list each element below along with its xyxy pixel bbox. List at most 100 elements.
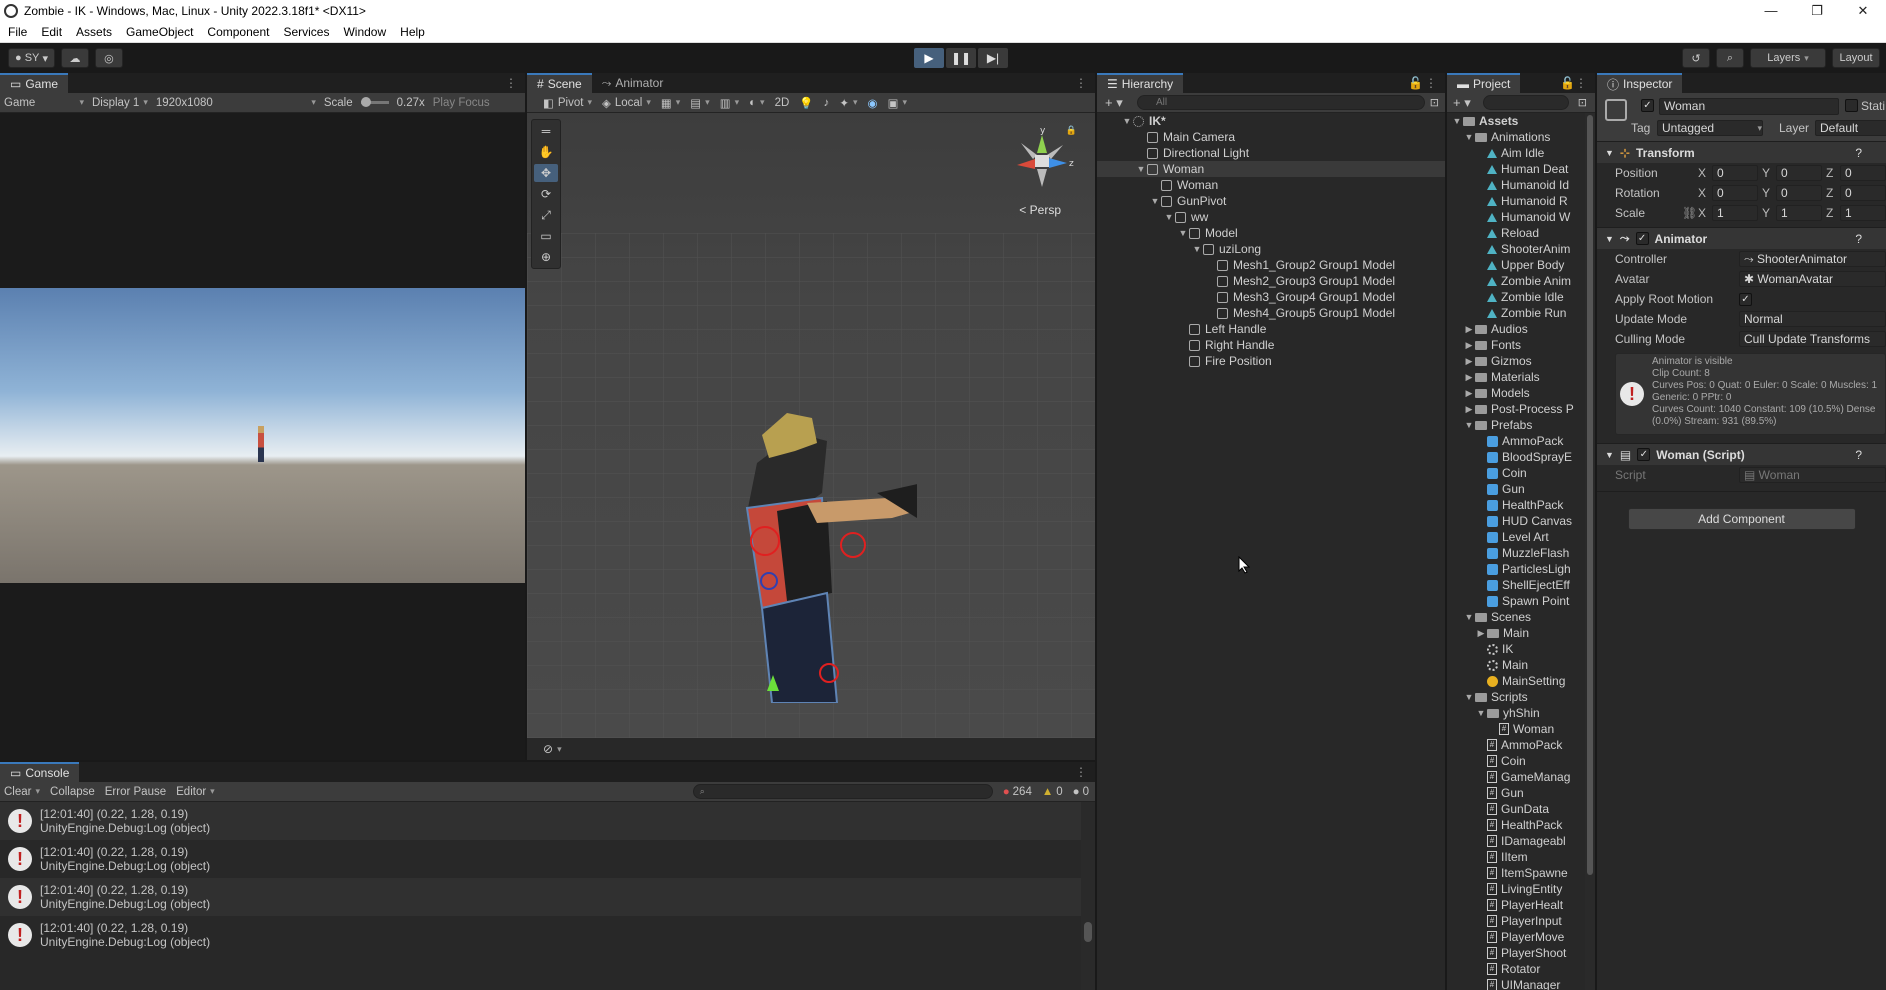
overlay-menu-dropdown[interactable]: ⊘ bbox=[543, 742, 562, 756]
error-count-toggle[interactable]: ● 264 bbox=[1003, 786, 1032, 798]
tool-handle[interactable]: ═ bbox=[534, 122, 558, 140]
hierarchy-item[interactable]: Left Handle bbox=[1097, 321, 1445, 337]
project-item[interactable]: HUD Canvas bbox=[1447, 513, 1585, 529]
tab-console[interactable]: ▭ Console bbox=[0, 762, 80, 782]
project-item[interactable]: Zombie Run bbox=[1447, 305, 1585, 321]
project-item[interactable]: ▼ Prefabs bbox=[1447, 417, 1585, 433]
help-icon[interactable]: ? bbox=[1855, 146, 1862, 160]
tab-animator[interactable]: ⤳ Animator bbox=[592, 73, 674, 93]
project-item[interactable]: ▶ Audios bbox=[1447, 321, 1585, 337]
lock-icon[interactable]: 🔓 bbox=[1560, 76, 1575, 90]
project-item[interactable]: Aim Idle bbox=[1447, 145, 1585, 161]
lighting-toggle-icon[interactable]: 💡 bbox=[799, 96, 813, 110]
project-item[interactable]: HealthPack bbox=[1447, 497, 1585, 513]
culling-mode-dropdown[interactable]: Cull Update Transforms bbox=[1739, 331, 1886, 347]
audio-toggle-icon[interactable]: ♪ bbox=[824, 97, 830, 109]
scene-viewport[interactable]: ═ ✋ ✥ ⟳ ⤢ ▭ ⊕ y z 🔒 < Persp bbox=[527, 113, 1095, 738]
hierarchy-search-input[interactable]: All bbox=[1137, 95, 1425, 110]
project-item[interactable]: ShellEjectEff bbox=[1447, 577, 1585, 593]
hierarchy-item[interactable]: Mesh4_Group5 Group1 Model bbox=[1097, 305, 1445, 321]
project-item[interactable]: ▼ Animations bbox=[1447, 129, 1585, 145]
camera-dropdown[interactable]: ▣ bbox=[888, 96, 907, 110]
project-item[interactable]: ▼ Assets bbox=[1447, 113, 1585, 129]
panel-menu-icon[interactable]: ⋮ bbox=[1075, 765, 1087, 779]
tab-scene[interactable]: # Scene bbox=[527, 73, 592, 93]
visibility-toggle-icon[interactable]: ◉ bbox=[868, 96, 878, 110]
editor-dropdown[interactable]: Editor bbox=[176, 786, 215, 798]
position-y-field[interactable]: 0 bbox=[1776, 165, 1822, 181]
help-icon[interactable]: ? bbox=[1855, 448, 1862, 462]
scale-slider[interactable] bbox=[360, 97, 389, 107]
project-item[interactable]: # PlayerShoot bbox=[1447, 945, 1585, 961]
search-button[interactable]: ⌕ bbox=[1716, 48, 1744, 68]
menu-help[interactable]: Help bbox=[400, 25, 425, 39]
foldout-arrow-icon[interactable]: ▼ bbox=[1149, 196, 1161, 206]
rotation-z-field[interactable]: 0 bbox=[1840, 185, 1886, 201]
error-pause-toggle[interactable]: Error Pause bbox=[105, 786, 166, 798]
scale-tool-icon[interactable]: ⤢ bbox=[534, 206, 558, 224]
hierarchy-item[interactable]: ▼ ww bbox=[1097, 209, 1445, 225]
pause-button[interactable]: ❚❚ bbox=[946, 48, 976, 68]
foldout-arrow-icon[interactable]: ▼ bbox=[1463, 420, 1475, 430]
project-item[interactable]: ▼ Scenes bbox=[1447, 609, 1585, 625]
shading-dropdown[interactable]: ◐ bbox=[749, 97, 764, 109]
play-focus-dropdown[interactable]: Play Focus bbox=[433, 97, 490, 109]
foldout-arrow-icon[interactable]: ▼ bbox=[1163, 212, 1175, 222]
hierarchy-item[interactable]: ▼ Woman bbox=[1097, 161, 1445, 177]
cloud-button[interactable]: ☁ bbox=[60, 48, 89, 68]
animator-enabled-checkbox[interactable]: ✓ bbox=[1635, 232, 1649, 245]
search-filter-icon[interactable]: ⊡ bbox=[1578, 96, 1587, 109]
project-item[interactable]: Coin bbox=[1447, 465, 1585, 481]
position-z-field[interactable]: 0 bbox=[1840, 165, 1886, 181]
display-dropdown[interactable]: Display 1 bbox=[92, 97, 148, 109]
game-viewport[interactable] bbox=[0, 113, 525, 760]
play-button[interactable]: ▶ bbox=[914, 48, 944, 68]
step-button[interactable]: ▶| bbox=[978, 48, 1008, 68]
foldout-arrow-icon[interactable]: ▼ bbox=[1135, 164, 1147, 174]
project-item[interactable]: Zombie Anim bbox=[1447, 273, 1585, 289]
project-item[interactable]: # PlayerMove bbox=[1447, 929, 1585, 945]
foldout-arrow-icon[interactable]: ▼ bbox=[1177, 228, 1189, 238]
apply-root-motion-checkbox[interactable]: ✓ bbox=[1739, 292, 1752, 306]
project-search-input[interactable] bbox=[1483, 95, 1569, 110]
console-log-entry[interactable]: ! [12:01:40] (0.22, 1.28, 0.19) UnityEngin… bbox=[0, 916, 1081, 954]
object-name-field[interactable]: Woman bbox=[1659, 98, 1839, 115]
foldout-arrow-icon[interactable]: ▼ bbox=[1475, 708, 1487, 718]
project-item[interactable]: # Rotator bbox=[1447, 961, 1585, 977]
console-log-entry[interactable]: ! [12:01:40] (0.22, 1.28, 0.19) UnityEngin… bbox=[0, 802, 1081, 840]
hierarchy-item[interactable]: Right Handle bbox=[1097, 337, 1445, 353]
project-item[interactable]: Humanoid W bbox=[1447, 209, 1585, 225]
project-item[interactable]: ▶ Post-Process P bbox=[1447, 401, 1585, 417]
project-item[interactable]: # Gun bbox=[1447, 785, 1585, 801]
project-item[interactable]: # PlayerInput bbox=[1447, 913, 1585, 929]
menu-component[interactable]: Component bbox=[207, 25, 269, 39]
project-item[interactable]: AmmoPack bbox=[1447, 433, 1585, 449]
minimize-button[interactable]: — bbox=[1748, 0, 1794, 22]
console-scrollbar[interactable] bbox=[1081, 802, 1095, 990]
rect-tool-icon[interactable]: ▭ bbox=[534, 227, 558, 245]
project-item[interactable]: # GunData bbox=[1447, 801, 1585, 817]
move-tool-icon[interactable]: ✥ bbox=[534, 164, 558, 182]
clear-dropdown[interactable]: Clear bbox=[4, 786, 40, 798]
menu-gameobject[interactable]: GameObject bbox=[126, 25, 193, 39]
hierarchy-item[interactable]: ▼ GunPivot bbox=[1097, 193, 1445, 209]
project-create-dropdown[interactable]: + ▾ bbox=[1453, 95, 1471, 111]
project-item[interactable]: # LivingEntity bbox=[1447, 881, 1585, 897]
create-dropdown[interactable]: + ▾ bbox=[1105, 95, 1123, 111]
project-item[interactable]: ▶ Fonts bbox=[1447, 337, 1585, 353]
hierarchy-item[interactable]: ▼ uziLong bbox=[1097, 241, 1445, 257]
collapse-toggle[interactable]: Collapse bbox=[50, 786, 95, 798]
project-item[interactable]: # AmmoPack bbox=[1447, 737, 1585, 753]
hand-tool-icon[interactable]: ✋ bbox=[534, 143, 558, 161]
script-enabled-checkbox[interactable]: ✓ bbox=[1637, 448, 1651, 461]
woman-script-header[interactable]: ▼ ▤ ✓ Woman (Script) ? bbox=[1597, 443, 1886, 465]
foldout-arrow-icon[interactable]: ▼ bbox=[1463, 132, 1475, 142]
layout-dropdown[interactable]: Layout bbox=[1832, 48, 1880, 68]
game-mode-dropdown[interactable]: Game bbox=[4, 97, 84, 109]
project-item[interactable]: MainSetting bbox=[1447, 673, 1585, 689]
history-button[interactable]: ↺ bbox=[1682, 48, 1710, 68]
resolution-dropdown[interactable]: 1920x1080 bbox=[156, 97, 316, 109]
hierarchy-item[interactable]: Main Camera bbox=[1097, 129, 1445, 145]
project-item[interactable]: Spawn Point bbox=[1447, 593, 1585, 609]
transform-header[interactable]: ▼ ⊹ Transform ? bbox=[1597, 141, 1886, 163]
